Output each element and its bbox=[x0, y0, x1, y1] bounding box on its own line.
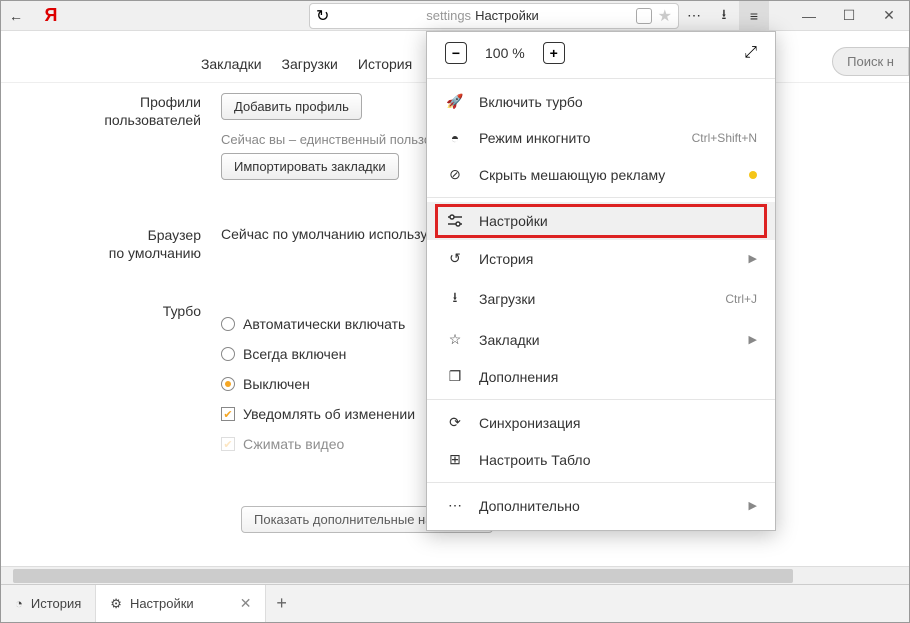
main-menu-dropdown: − 100 % + ⤢ 🚀 Включить турбо ◓ Режим инк… bbox=[426, 31, 776, 531]
clock-icon: ↺ bbox=[445, 250, 465, 267]
nav-downloads[interactable]: Загрузки bbox=[282, 56, 338, 82]
menu-label: Загрузки bbox=[479, 291, 535, 307]
browser-toolbar: ← Я ↻ settings Настройки ★ ⋯ ⭳ ≡ — ☐ ✕ bbox=[1, 1, 909, 31]
window-close-button[interactable]: ✕ bbox=[869, 1, 909, 31]
checkbox-label: Уведомлять об изменении bbox=[243, 406, 415, 422]
copy-icon: ❐ bbox=[445, 368, 465, 385]
section-label: Турбо bbox=[41, 302, 201, 320]
tab-history[interactable]: ◔ История bbox=[1, 585, 96, 622]
radio-label: Всегда включен bbox=[243, 346, 346, 362]
zoom-out-button[interactable]: − bbox=[445, 42, 467, 64]
menu-shortcut: Ctrl+J bbox=[725, 292, 757, 306]
star-icon[interactable]: ★ bbox=[658, 6, 672, 26]
section-label: пользователей bbox=[41, 111, 201, 129]
download-icon: ⭳ bbox=[445, 287, 465, 311]
chevron-right-icon: ▶ bbox=[749, 252, 757, 265]
menu-addons[interactable]: ❐ Дополнения bbox=[427, 358, 775, 395]
more-icon: ⋯ bbox=[445, 497, 465, 514]
tab-label: История bbox=[31, 596, 81, 611]
menu-tablo[interactable]: ⊞ Настроить Табло bbox=[427, 441, 775, 478]
menu-downloads[interactable]: ⭳ Загрузки Ctrl+J bbox=[427, 277, 775, 321]
menu-shortcut: Ctrl+Shift+N bbox=[692, 131, 757, 145]
bottom-tab-bar: ◔ История ⚙ Настройки ✕ + bbox=[1, 584, 909, 622]
menu-label: Дополнения bbox=[479, 369, 558, 385]
block-icon: ⊘ bbox=[445, 166, 465, 183]
menu-label: Закладки bbox=[479, 332, 540, 348]
menu-settings[interactable]: Настройки bbox=[427, 202, 775, 240]
menu-label: Синхронизация bbox=[479, 415, 580, 431]
sliders-icon bbox=[445, 212, 465, 230]
window-minimize-button[interactable]: — bbox=[789, 1, 829, 31]
menu-label: История bbox=[479, 251, 533, 267]
menu-label: Режим инкогнито bbox=[479, 130, 590, 146]
sync-icon: ⟳ bbox=[445, 414, 465, 431]
radio-label: Автоматически включать bbox=[243, 316, 405, 332]
star-icon: ☆ bbox=[445, 331, 465, 348]
menu-label: Включить турбо bbox=[479, 94, 583, 110]
menu-label: Скрыть мешающую рекламу bbox=[479, 167, 665, 183]
zoom-value: 100 % bbox=[485, 45, 525, 61]
rocket-icon: 🚀 bbox=[445, 93, 465, 110]
close-tab-icon[interactable]: ✕ bbox=[240, 595, 252, 612]
section-label: Профили bbox=[41, 93, 201, 111]
chevron-right-icon: ▶ bbox=[749, 499, 757, 512]
reload-icon[interactable]: ↻ bbox=[316, 6, 329, 26]
clock-icon: ◔ bbox=[15, 596, 23, 611]
yandex-logo[interactable]: Я bbox=[31, 5, 71, 26]
nav-history[interactable]: История bbox=[358, 56, 412, 82]
window-maximize-button[interactable]: ☐ bbox=[829, 1, 869, 31]
menu-label: Дополнительно bbox=[479, 498, 580, 514]
search-input[interactable]: Поиск н bbox=[832, 47, 909, 76]
chevron-right-icon: ▶ bbox=[749, 333, 757, 346]
menu-label: Настройки bbox=[479, 213, 548, 229]
menu-bookmarks[interactable]: ☆ Закладки ▶ bbox=[427, 321, 775, 358]
import-bookmarks-button[interactable]: Импортировать закладки bbox=[221, 153, 399, 180]
downloads-icon[interactable]: ⭳ bbox=[709, 1, 739, 31]
menu-more[interactable]: ⋯ Дополнительно ▶ bbox=[427, 487, 775, 524]
address-bar[interactable]: ↻ settings Настройки ★ bbox=[309, 3, 679, 29]
back-button[interactable]: ← bbox=[1, 1, 31, 31]
fullscreen-icon[interactable]: ⤢ bbox=[744, 44, 757, 62]
shield-icon bbox=[636, 8, 652, 24]
checkbox-label: Сжимать видео bbox=[243, 436, 344, 452]
menu-hide-ads[interactable]: ⊘ Скрыть мешающую рекламу bbox=[427, 156, 775, 193]
nav-bookmarks[interactable]: Закладки bbox=[201, 56, 262, 82]
section-label: Браузер bbox=[41, 226, 201, 244]
horizontal-scrollbar[interactable] bbox=[1, 566, 909, 584]
address-prefix: settings bbox=[426, 8, 471, 23]
gear-icon: ⚙ bbox=[110, 596, 122, 612]
menu-history[interactable]: ↺ История ▶ bbox=[427, 240, 775, 277]
scrollbar-thumb[interactable] bbox=[13, 569, 793, 583]
section-label: по умолчанию bbox=[41, 244, 201, 262]
menu-turbo[interactable]: 🚀 Включить турбо bbox=[427, 83, 775, 120]
add-panel-icon: ⊞ bbox=[445, 451, 465, 468]
notification-dot-icon bbox=[749, 171, 757, 179]
new-tab-button[interactable]: + bbox=[266, 593, 297, 614]
mask-icon: ◓ bbox=[445, 130, 465, 146]
more-icon[interactable]: ⋯ bbox=[679, 1, 709, 31]
menu-sync[interactable]: ⟳ Синхронизация bbox=[427, 404, 775, 441]
tab-settings[interactable]: ⚙ Настройки ✕ bbox=[96, 585, 266, 622]
radio-label: Выключен bbox=[243, 376, 310, 392]
tab-label: Настройки bbox=[130, 596, 194, 611]
address-title: Настройки bbox=[475, 8, 539, 23]
menu-zoom-row: − 100 % + ⤢ bbox=[427, 32, 775, 74]
menu-label: Настроить Табло bbox=[479, 452, 591, 468]
add-profile-button[interactable]: Добавить профиль bbox=[221, 93, 362, 120]
zoom-in-button[interactable]: + bbox=[543, 42, 565, 64]
menu-incognito[interactable]: ◓ Режим инкогнито Ctrl+Shift+N bbox=[427, 120, 775, 156]
hamburger-menu-button[interactable]: ≡ bbox=[739, 1, 769, 31]
